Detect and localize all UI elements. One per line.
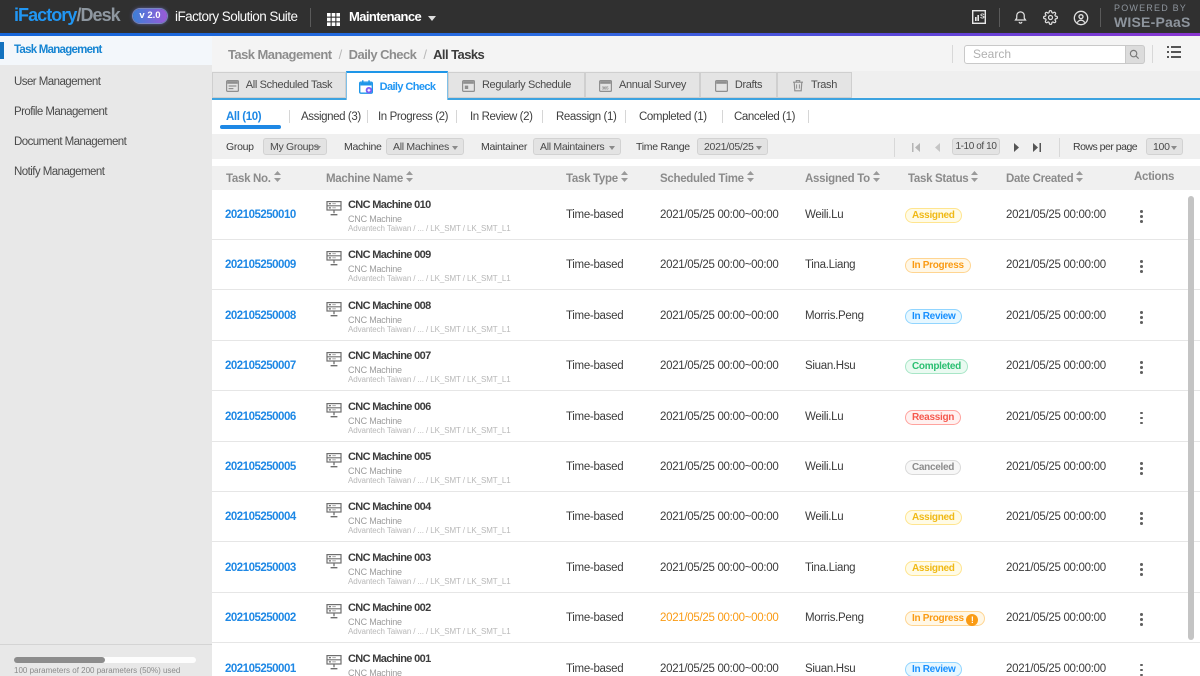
svg-text:365: 365 (602, 85, 609, 90)
svg-text:S: S (980, 14, 985, 21)
